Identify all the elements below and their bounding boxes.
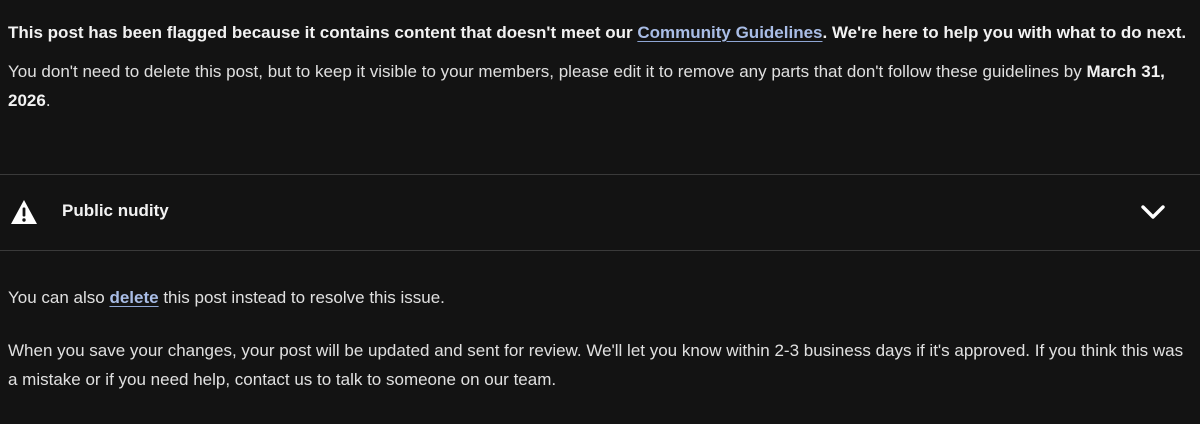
flag-notice: This post has been flagged because it co… <box>0 0 1200 115</box>
delete-option-suffix: this post instead to resolve this issue. <box>158 288 445 307</box>
flagged-post-panel: This post has been flagged because it co… <box>0 0 1200 424</box>
delete-option-prefix: You can also <box>8 288 110 307</box>
divider-bottom <box>0 250 1200 251</box>
review-info-text: When you save your changes, your post wi… <box>8 341 1184 389</box>
visibility-message-suffix: . <box>45 91 51 110</box>
visibility-message-prefix: You don't need to delete this post, but … <box>8 62 1087 81</box>
warning-icon <box>10 199 38 225</box>
visibility-message: You don't need to delete this post, but … <box>8 57 1192 115</box>
community-guidelines-link[interactable]: Community Guidelines <box>637 23 822 42</box>
flag-message-suffix: . We're here to help you with what to do… <box>822 23 1187 42</box>
resolution-info: You can also delete this post instead to… <box>8 283 1192 394</box>
violation-title: Public nudity <box>62 201 169 220</box>
delete-post-link[interactable]: delete <box>109 288 158 307</box>
chevron-down-icon[interactable] <box>1140 203 1166 221</box>
flag-message-prefix: This post has been flagged because it co… <box>8 23 638 42</box>
delete-option-text: You can also delete this post instead to… <box>8 283 1192 312</box>
flag-message: This post has been flagged because it co… <box>8 18 1192 47</box>
violation-accordion-toggle[interactable]: Public nudity <box>0 175 1200 250</box>
